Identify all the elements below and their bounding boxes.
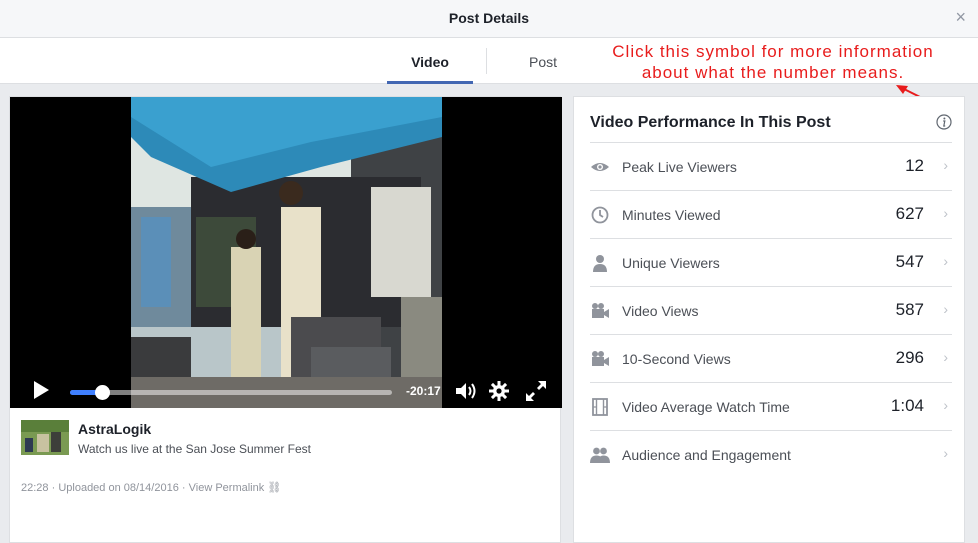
post-text: Watch us live at the San Jose Summer Fes… (78, 442, 311, 456)
avatar[interactable] (21, 420, 69, 455)
metric-label: Unique Viewers (622, 255, 720, 271)
video-controls: -20:17 (10, 368, 562, 408)
metric-row-peak-live-viewers[interactable]: Peak Live Viewers 12 › (590, 142, 952, 190)
metric-label: Video Views (622, 303, 699, 319)
gear-icon[interactable] (489, 381, 509, 401)
metric-label: Minutes Viewed (622, 207, 721, 223)
video-scrubber[interactable] (70, 385, 392, 400)
film-icon (592, 398, 608, 416)
metric-label: Peak Live Viewers (622, 159, 737, 175)
metric-row-average-watch-time[interactable]: Video Average Watch Time 1:04 › (590, 382, 952, 430)
post-meta: 22:28 · Uploaded on 08/14/2016 · View Pe… (21, 481, 281, 494)
post-info: AstraLogik Watch us live at the San Jose… (10, 408, 562, 543)
people-icon (590, 447, 610, 463)
play-icon[interactable] (32, 380, 50, 400)
chevron-right-icon: › (943, 397, 948, 413)
clock-icon (591, 206, 609, 224)
metric-label: Audience and Engagement (622, 447, 791, 463)
metric-value: 587 (895, 300, 924, 319)
video-player[interactable]: -20:17 (10, 97, 562, 408)
metric-row-video-views[interactable]: Video Views 587 › (590, 286, 952, 334)
page-name[interactable]: AstraLogik (78, 421, 151, 437)
metric-value: 1:04 (890, 396, 924, 415)
metric-value: 12 (905, 156, 924, 175)
dialog-header: Post Details × (0, 0, 978, 38)
metric-row-audience-engagement[interactable]: Audience and Engagement › (590, 430, 952, 478)
scrubber-handle[interactable] (95, 385, 111, 400)
metric-label: 10-Second Views (622, 351, 731, 367)
metric-row-unique-viewers[interactable]: Unique Viewers 547 › (590, 238, 952, 286)
permalink-link[interactable]: View Permalink (189, 482, 265, 494)
metric-value: 547 (895, 252, 924, 271)
tab-video[interactable]: Video (387, 38, 473, 84)
fullscreen-icon[interactable] (525, 380, 547, 402)
metric-row-minutes-viewed[interactable]: Minutes Viewed 627 › (590, 190, 952, 238)
annotation-line-2: about what the number means. (641, 63, 905, 82)
info-icon[interactable] (936, 114, 952, 130)
tab-post[interactable]: Post (500, 38, 586, 84)
video-frame (131, 97, 442, 408)
metric-value: 627 (895, 204, 924, 223)
link-icon: ⛓ (267, 482, 282, 494)
meta-separator: · (181, 482, 189, 494)
annotation-line-1: Click this symbol for more information (612, 42, 934, 61)
annotation-callout: Click this symbol for more information a… (588, 41, 958, 83)
chevron-right-icon: › (943, 349, 948, 365)
chevron-right-icon: › (943, 157, 948, 173)
tab-divider (486, 48, 487, 74)
metric-row-10-second-views[interactable]: 10-Second Views 296 › (590, 334, 952, 382)
metric-value: 296 (895, 348, 924, 367)
chevron-right-icon: › (943, 253, 948, 269)
volume-icon[interactable] (455, 381, 479, 401)
video-camera-icon (592, 351, 609, 366)
eye-icon (591, 163, 609, 171)
chevron-right-icon: › (943, 205, 948, 221)
upload-date: Uploaded on 08/14/2016 (58, 482, 179, 494)
video-camera-icon (592, 303, 609, 318)
performance-title: Video Performance In This Post (590, 114, 831, 131)
chevron-right-icon: › (943, 301, 948, 317)
close-icon[interactable]: × (955, 8, 966, 26)
person-icon (593, 255, 607, 272)
chevron-right-icon: › (943, 445, 948, 461)
time-remaining: -20:17 (406, 384, 441, 398)
metric-label: Video Average Watch Time (622, 399, 790, 415)
post-time: 22:28 (21, 482, 49, 494)
performance-panel: Video Performance In This Post Peak Live… (573, 96, 965, 543)
dialog-title: Post Details (448, 10, 530, 26)
video-post-panel: -20:17 AstraLogik Watch us live at the S… (9, 96, 562, 543)
